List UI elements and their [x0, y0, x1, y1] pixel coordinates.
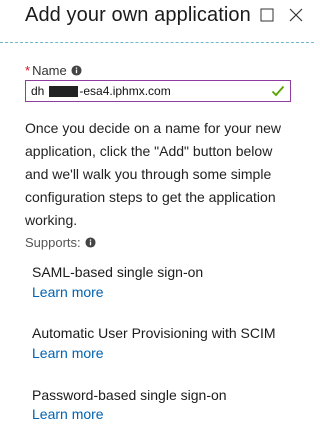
- maximize-button[interactable]: [258, 6, 276, 24]
- close-button[interactable]: [287, 6, 305, 24]
- learn-more-password-link[interactable]: Learn more: [32, 406, 104, 422]
- check-icon: [271, 85, 285, 97]
- learn-more-saml-link[interactable]: Learn more: [32, 284, 104, 300]
- supports-label: Supports:: [25, 235, 96, 250]
- maximize-icon: [260, 8, 274, 22]
- name-field-label: * Name: [25, 63, 82, 78]
- header-divider: [0, 42, 314, 43]
- page-title: Add your own application: [25, 4, 251, 26]
- required-marker: *: [25, 63, 31, 78]
- description-text: Once you decide on a name for your new a…: [25, 120, 282, 228]
- panel-header: Add your own application: [0, 0, 314, 36]
- name-value-start: dh: [31, 84, 45, 98]
- feature-saml-title: SAML-based single sign-on: [32, 264, 204, 280]
- info-icon[interactable]: [71, 65, 82, 76]
- feature-password-title: Password-based single sign-on: [32, 387, 227, 403]
- redacted-text: [49, 85, 79, 97]
- name-input[interactable]: dh -esa4.iphmx.com: [25, 80, 291, 102]
- close-icon: [289, 8, 303, 22]
- info-icon[interactable]: [85, 237, 96, 248]
- name-value-end: -esa4.iphmx.com: [79, 84, 171, 98]
- learn-more-scim-link[interactable]: Learn more: [32, 345, 104, 361]
- supports-label-text: Supports:: [25, 235, 81, 250]
- feature-scim-title: Automatic User Provisioning with SCIM: [32, 325, 276, 341]
- name-label-text: Name: [32, 63, 67, 78]
